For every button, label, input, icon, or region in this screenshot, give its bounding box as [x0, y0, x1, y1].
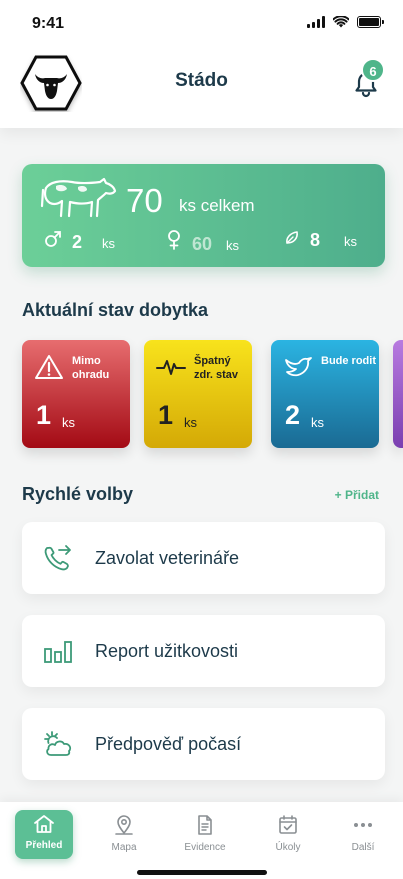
nav-item-label: Úkoly — [275, 842, 301, 853]
herd-status-title: Aktuální stav dobytka — [22, 300, 209, 320]
page-title: Stádo — [175, 70, 228, 91]
male-count-unit: ks — [102, 236, 116, 251]
heartbeat-icon — [156, 360, 186, 375]
status-card-count: 2 — [285, 400, 301, 430]
action-label: Předpověď počasí — [95, 734, 242, 754]
bar-chart-icon — [44, 641, 72, 663]
weather-forecast-button[interactable]: Předpověď počasí — [22, 708, 385, 780]
bottom-navigation: Přehled Mapa Evidence Úkoly Další — [0, 802, 403, 879]
nav-item-tasks[interactable]: Úkoly — [258, 810, 318, 862]
status-card-label: Bude rodit — [321, 355, 376, 367]
battery-icon — [357, 16, 384, 28]
female-count-value: 60 — [192, 234, 213, 254]
calendar-check-icon — [279, 815, 297, 834]
status-card-pregnant[interactable]: Bude rodit 2 ks — [271, 340, 379, 448]
bird-icon — [285, 357, 312, 377]
total-count: 70 — [126, 182, 163, 219]
wifi-icon — [333, 16, 349, 28]
status-card-label: Špatný zdr. stav — [194, 355, 239, 381]
more-icon — [354, 823, 372, 827]
action-label: Zavolat veterináře — [95, 548, 240, 568]
calf-count-value: 8 — [310, 230, 321, 250]
status-card-count: 1 — [158, 400, 174, 430]
male-count: 2 ks — [44, 230, 115, 253]
male-count-value: 2 — [72, 232, 83, 252]
home-icon — [34, 815, 54, 833]
calf-icon — [286, 231, 298, 244]
quick-actions-title: Rychlé volby — [22, 484, 134, 504]
call-vet-button[interactable]: Zavolat veterináře — [22, 522, 385, 594]
add-quick-action-button[interactable]: + Přidat — [335, 488, 379, 502]
status-card-label: Mimo ohradu — [72, 355, 110, 381]
nav-item-more[interactable]: Další — [333, 810, 393, 862]
status-icons — [307, 16, 384, 28]
status-card-next-partial[interactable] — [393, 340, 403, 448]
female-count-unit: ks — [226, 238, 240, 253]
status-card-unit: ks — [311, 415, 324, 430]
nav-item-map[interactable]: Mapa — [94, 810, 154, 862]
status-card-bad-health[interactable]: Špatný zdr. stav 1 ks — [144, 340, 252, 448]
nav-item-overview[interactable]: Přehled — [15, 810, 73, 859]
phone-icon — [44, 545, 71, 571]
nav-item-label: Evidence — [184, 842, 226, 853]
herd-summary-card[interactable]: 70 ks celkem 2 ks 60 ks 8 ks — [22, 164, 385, 267]
app-header: 9:41 Stádo 6 — [0, 0, 403, 128]
nav-item-label: Mapa — [111, 842, 137, 853]
nav-item-records[interactable]: Evidence — [175, 810, 235, 862]
nav-item-label: Další — [351, 842, 375, 853]
home-indicator — [137, 870, 267, 875]
performance-report-button[interactable]: Report užitkovosti — [22, 615, 385, 687]
calf-count-unit: ks — [344, 234, 358, 249]
map-pin-icon — [115, 815, 133, 835]
female-count: 60 ks — [166, 230, 239, 255]
total-label: ks celkem — [179, 196, 255, 215]
document-icon — [198, 815, 212, 835]
nav-item-label: Přehled — [25, 840, 63, 851]
weather-icon — [44, 731, 72, 756]
status-card-outside-fence[interactable]: Mimo ohradu 1 ks — [22, 340, 130, 448]
male-icon — [45, 231, 61, 247]
calf-count: 8 ks — [284, 230, 357, 251]
status-bar: 9:41 — [0, 0, 403, 46]
notification-badge[interactable]: 6 — [361, 58, 385, 82]
status-card-count: 1 — [36, 400, 52, 430]
status-time: 9:41 — [32, 15, 65, 32]
warning-icon — [35, 355, 63, 379]
cow-icon — [40, 177, 117, 218]
signal-icon — [307, 16, 325, 28]
female-icon — [168, 230, 180, 250]
status-card-unit: ks — [184, 415, 197, 430]
action-label: Report užitkovosti — [95, 641, 239, 661]
status-card-unit: ks — [62, 415, 75, 430]
